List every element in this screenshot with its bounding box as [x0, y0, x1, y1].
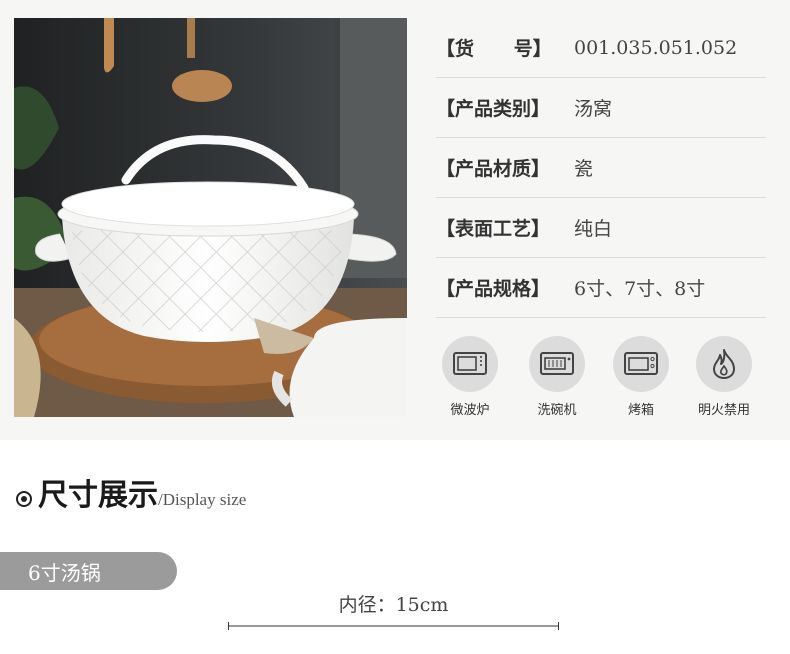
- microwave-icon: [442, 336, 498, 392]
- section-title-en: /Display size: [158, 490, 247, 509]
- spec-list: 【货 号】 001.035.051.052 【产品类别】 汤窝 【产品材质】 瓷…: [436, 18, 766, 318]
- flame-icon: [696, 336, 752, 392]
- section-title-cn: 尺寸展示: [38, 478, 158, 513]
- usage-microwave: 微波炉: [430, 336, 510, 418]
- usage-label: 烤箱: [627, 403, 654, 418]
- spec-row-item-number: 【货 号】 001.035.051.052: [436, 18, 766, 78]
- oven-icon: [613, 336, 669, 392]
- spec-value: 001.035.051.052: [574, 36, 738, 59]
- spec-label: 【货 号】: [436, 38, 552, 60]
- usage-label: 微波炉: [450, 403, 490, 418]
- usage-label: 明火禁用: [697, 403, 750, 418]
- usage-oven: 烤箱: [601, 336, 681, 418]
- spec-label: 【产品类别】: [436, 98, 551, 120]
- spec-label: 【产品材质】: [436, 158, 551, 180]
- usage-dishwasher: 洗碗机: [517, 336, 597, 418]
- section-title: 尺寸展示 /Display size: [16, 470, 246, 514]
- dishwasher-icon: [529, 336, 585, 392]
- spec-value: 瓷: [574, 158, 594, 180]
- spec-row-size: 【产品规格】 6寸、7寸、8寸: [436, 258, 766, 318]
- spec-row-material: 【产品材质】 瓷: [436, 138, 766, 198]
- spec-label: 【产品规格】: [436, 278, 551, 300]
- spec-label: 【表面工艺】: [436, 218, 551, 240]
- usage-no-open-flame: 明火禁用: [684, 336, 764, 418]
- product-photo: [14, 18, 407, 417]
- soup-pot-image: [14, 18, 407, 417]
- spec-value: 6寸、7寸、8寸: [574, 278, 706, 300]
- product-info-panel: 【货 号】 001.035.051.052 【产品类别】 汤窝 【产品材质】 瓷…: [0, 0, 790, 440]
- usage-label: 洗碗机: [537, 403, 577, 418]
- spec-row-finish: 【表面工艺】 纯白: [436, 198, 766, 258]
- usage-icons: 微波炉 洗碗机 烤箱 明火禁用: [436, 336, 766, 426]
- spec-row-category: 【产品类别】 汤窝: [436, 78, 766, 138]
- dimension-line: [228, 622, 559, 630]
- size-tab: 6寸汤锅: [0, 552, 177, 590]
- spec-value: 汤窝: [574, 98, 613, 120]
- bullet-icon: [16, 491, 32, 507]
- spec-value: 纯白: [574, 218, 613, 240]
- dimension-label: 内径：15cm: [338, 594, 449, 616]
